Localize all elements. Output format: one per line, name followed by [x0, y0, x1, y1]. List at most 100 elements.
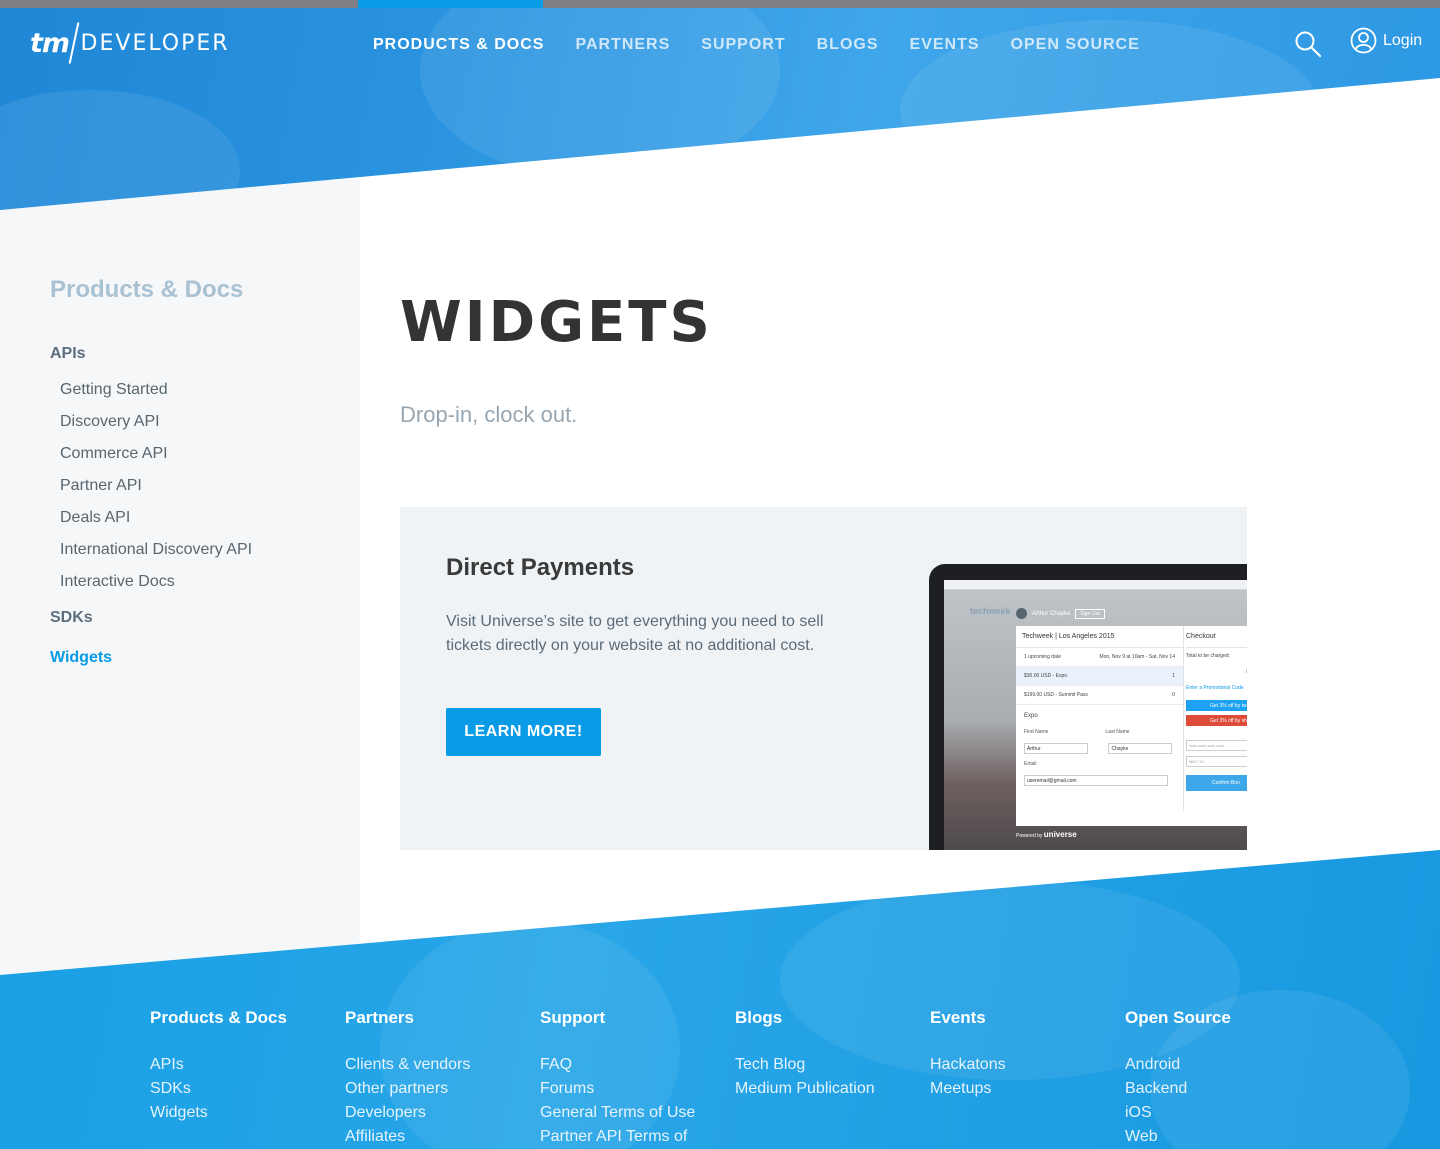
footer-link-developers[interactable]: Developers	[345, 1101, 470, 1125]
sidebar-item-discovery-api[interactable]: Discovery API	[60, 406, 252, 438]
modal-user-name: Arthur Chayke	[1032, 610, 1071, 617]
footer-heading[interactable]: Products & Docs	[150, 1005, 287, 1031]
sidebar-api-list: Getting Started Discovery API Commerce A…	[50, 374, 252, 598]
footer-link-apis[interactable]: APIs	[150, 1053, 287, 1077]
ticket-name: $30.00 USD - Expo	[1024, 673, 1068, 679]
browser-bar	[944, 580, 1247, 590]
logo-developer: DEVELOPER	[80, 30, 230, 56]
modal-right: Checkout Total to be charged: Includes $…	[1186, 626, 1247, 811]
footer-link-general-terms[interactable]: General Terms of Use	[540, 1101, 695, 1125]
first-name-field: Arthur	[1024, 743, 1088, 754]
footer-link-meetups[interactable]: Meetups	[930, 1077, 1006, 1101]
nav-partners[interactable]: PARTNERS	[575, 36, 670, 54]
card-title: Direct Payments	[446, 554, 635, 581]
site-header: tm DEVELOPER PRODUCTS & DOCS PARTNERS SU…	[0, 8, 1440, 80]
footer-link-medium[interactable]: Medium Publication	[735, 1077, 875, 1101]
ticket-qty: 1	[1172, 673, 1175, 679]
sidebar-item-interactive-docs[interactable]: Interactive Docs	[60, 566, 252, 598]
includes-label: Includes $2.4	[1186, 664, 1247, 680]
last-name-label: Last Name	[1105, 729, 1130, 735]
footer-link-widgets[interactable]: Widgets	[150, 1101, 287, 1125]
footer-link-faq[interactable]: FAQ	[540, 1053, 695, 1077]
footer-heading[interactable]: Events	[930, 1005, 1006, 1031]
promo-link: Enter a Promotional Code	[1186, 685, 1244, 691]
sidebar-item-widgets[interactable]: Widgets	[50, 646, 252, 670]
direct-payments-card: Direct Payments Visit Universe’s site to…	[400, 507, 1247, 850]
search-icon[interactable]	[1294, 30, 1322, 58]
learn-more-button[interactable]: LEARN MORE!	[446, 708, 601, 756]
sidebar-item-international-discovery-api[interactable]: International Discovery API	[60, 534, 252, 566]
footer-column-support: Support FAQ Forums General Terms of Use …	[540, 1005, 695, 1149]
modal-left: Techweek | Los Angeles 2015 1 upcoming d…	[1016, 626, 1184, 811]
footer-link-backend[interactable]: Backend	[1125, 1077, 1231, 1101]
modal-user-bar: Arthur Chayke Sign Out	[1016, 608, 1105, 619]
main-nav: PRODUCTS & DOCS PARTNERS SUPPORT BLOGS E…	[373, 36, 1140, 54]
confirm-button: Confirm Boo	[1186, 775, 1247, 791]
email-field: useremail@gmail.com	[1024, 775, 1168, 786]
footer-link-clients-vendors[interactable]: Clients & vendors	[345, 1053, 470, 1077]
sidebar-item-deals-api[interactable]: Deals API	[60, 502, 252, 534]
sidebar-item-sdks[interactable]: SDKs	[50, 606, 252, 630]
footer-link-partner-api-terms[interactable]: Partner API Terms of	[540, 1125, 695, 1149]
last-name-field: Chayke	[1108, 743, 1173, 754]
total-label: Total to be charged:	[1186, 653, 1230, 659]
footer-link-android[interactable]: Android	[1125, 1053, 1231, 1077]
footer-link-ios[interactable]: iOS	[1125, 1101, 1231, 1125]
universe-brand: universe	[1043, 830, 1077, 839]
powered-by: Powered by universe	[1016, 830, 1077, 839]
upcoming-dates: 1 upcoming date	[1024, 654, 1061, 660]
expiry-field: MM / YY	[1186, 756, 1247, 767]
sidebar-item-apis[interactable]: APIs	[50, 342, 252, 366]
checkout-modal: Techweek | Los Angeles 2015 1 upcoming d…	[1016, 626, 1247, 826]
login-link[interactable]: Login	[1350, 27, 1422, 54]
logo-tm: tm	[30, 27, 70, 59]
sidebar-item-partner-api[interactable]: Partner API	[60, 470, 252, 502]
date-range: Mon, Nov 9 at 10am - Sat, Nov 14	[1099, 654, 1175, 660]
footer-link-affiliates[interactable]: Affiliates	[345, 1125, 470, 1149]
sidebar-item-getting-started[interactable]: Getting Started	[60, 374, 252, 406]
sidebar-nav: APIs Getting Started Discovery API Comme…	[50, 342, 252, 670]
footer-heading[interactable]: Blogs	[735, 1005, 875, 1031]
footer-link-other-partners[interactable]: Other partners	[345, 1077, 470, 1101]
footer-link-web[interactable]: Web	[1125, 1125, 1231, 1149]
logo[interactable]: tm DEVELOPER	[30, 22, 230, 64]
google-share-button: Get 3% off by sh	[1186, 715, 1247, 726]
sign-out-button: Sign Out	[1075, 608, 1105, 619]
avatar	[1016, 608, 1027, 619]
laptop-mockup-image: techweek Arthur Chayke Sign Out Techweek…	[929, 564, 1247, 850]
footer-link-tech-blog[interactable]: Tech Blog	[735, 1053, 875, 1077]
site-bg-logo: techweek	[970, 606, 1011, 616]
footer-heading[interactable]: Open Source	[1125, 1005, 1231, 1031]
page-subtitle: Drop-in, clock out.	[400, 402, 578, 427]
footer-column-events: Events Hackatons Meetups	[930, 1005, 1006, 1101]
footer-link-sdks[interactable]: SDKs	[150, 1077, 287, 1101]
footer-column-blogs: Blogs Tech Blog Medium Publication	[735, 1005, 875, 1101]
name-inputs: Arthur Chayke	[1016, 737, 1183, 755]
date-row: 1 upcoming date Mon, Nov 9 at 10am - Sat…	[1016, 648, 1183, 667]
ticket-row: $199.00 USD - Summit Pass 0	[1016, 686, 1183, 705]
ticket-qty: 0	[1172, 692, 1175, 698]
nav-blogs[interactable]: BLOGS	[817, 36, 879, 54]
top-strip-active-indicator	[358, 0, 543, 8]
footer-heading[interactable]: Partners	[345, 1005, 470, 1031]
footer-link-forums[interactable]: Forums	[540, 1077, 695, 1101]
nav-products-docs[interactable]: PRODUCTS & DOCS	[373, 36, 544, 54]
ticket-row: $30.00 USD - Expo 1	[1016, 667, 1183, 686]
nav-support[interactable]: SUPPORT	[701, 36, 785, 54]
sidebar-item-commerce-api[interactable]: Commerce API	[60, 438, 252, 470]
login-label: Login	[1383, 31, 1423, 49]
checkout-title: Checkout	[1186, 626, 1247, 648]
footer-column-products: Products & Docs APIs SDKs Widgets	[150, 1005, 287, 1125]
powered-by-label: Powered by	[1016, 833, 1043, 839]
laptop-screen: techweek Arthur Chayke Sign Out Techweek…	[944, 580, 1247, 850]
nav-events[interactable]: EVENTS	[910, 36, 980, 54]
expo-label: Expo	[1024, 713, 1038, 719]
name-labels: First Name Last Name	[1016, 727, 1183, 737]
footer-link-hackatons[interactable]: Hackatons	[930, 1053, 1006, 1077]
nav-open-source[interactable]: OPEN SOURCE	[1011, 36, 1140, 54]
first-name-label: First Name	[1024, 729, 1049, 735]
ticket-name: $199.00 USD - Summit Pass	[1024, 692, 1088, 698]
logo-divider	[68, 22, 79, 64]
email-label: Email	[1024, 761, 1037, 767]
footer-heading[interactable]: Support	[540, 1005, 695, 1031]
